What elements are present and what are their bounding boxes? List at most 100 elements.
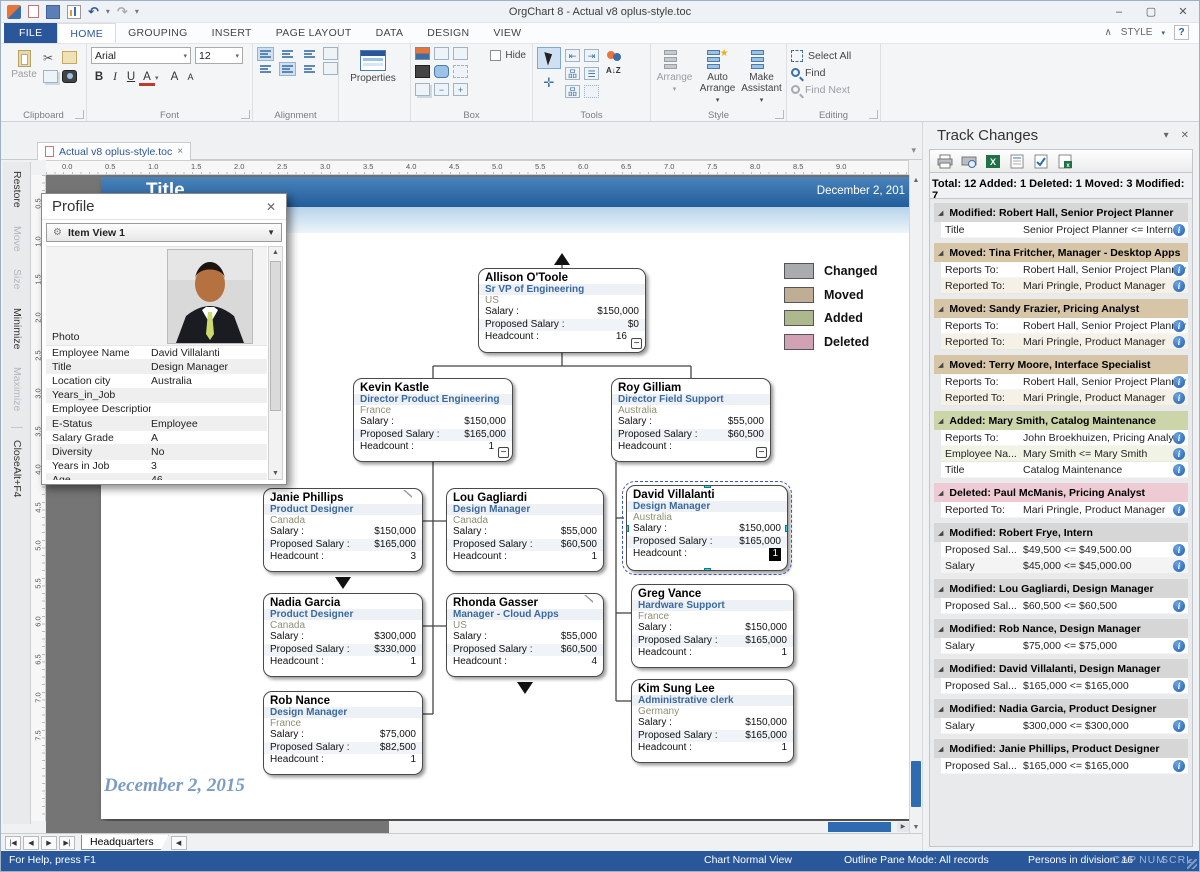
undo-dropdown-icon[interactable]: ▾ [106, 7, 110, 16]
save-icon[interactable] [46, 5, 60, 19]
format-painter-icon[interactable] [62, 51, 77, 64]
box-shape-icon[interactable] [434, 65, 449, 78]
org-box-kim-sung-lee[interactable]: Kim Sung LeeAdministrative clerkGermanyS… [631, 679, 794, 763]
selection-handle[interactable] [626, 525, 629, 532]
collapse-triangle-icon[interactable]: ◢ [938, 625, 943, 633]
box-insert-icon[interactable] [453, 47, 468, 60]
horizontal-scroll-thumb[interactable] [828, 822, 891, 832]
box-link-icon[interactable] [434, 47, 449, 60]
profile-scroll-down-icon[interactable]: ▼ [269, 470, 282, 477]
ribbon-tab-view[interactable]: VIEW [481, 23, 533, 43]
next-sheet-button[interactable]: ▶ [41, 836, 57, 850]
subtree-icon[interactable]: 品 [565, 67, 580, 80]
find-button[interactable]: Find [791, 64, 876, 81]
undo-icon[interactable]: ↶ [88, 4, 99, 20]
shrink-font-button[interactable]: A [183, 70, 199, 86]
info-icon[interactable]: i [1173, 560, 1185, 572]
info-icon[interactable]: i [1173, 760, 1185, 772]
align-center-icon[interactable] [279, 47, 296, 61]
scroll-right-icon[interactable]: ▶ [897, 822, 909, 832]
report-icon[interactable] [1008, 154, 1026, 169]
collapse-triangle-icon[interactable]: ◢ [938, 361, 943, 369]
change-group-header[interactable]: ◢Moved: Terry Moore, Interface Specialis… [934, 355, 1188, 374]
last-sheet-button[interactable]: ▶| [59, 836, 75, 850]
levels-icon[interactable]: ☰ [584, 67, 599, 80]
print-preview-icon[interactable] [960, 154, 978, 169]
underline-button[interactable]: U [123, 70, 139, 86]
redo-icon[interactable]: ↷ [117, 4, 128, 20]
org-box-lou-gagliardi[interactable]: Lou GagliardiDesign ManagerCanadaSalary … [446, 488, 604, 572]
profile-scroll-up-icon[interactable]: ▲ [269, 249, 282, 256]
change-group-header[interactable]: ◢Added: Mary Smith, Catalog Maintenance [934, 411, 1188, 430]
ribbon-collapse-icon[interactable]: ∧ [1104, 27, 1111, 38]
align-left-icon[interactable] [257, 47, 274, 61]
change-group-header[interactable]: ◢Modified: Janie Phillips, Product Desig… [934, 739, 1188, 758]
collapse-triangle-icon[interactable]: ◢ [938, 585, 943, 593]
hide-checkbox[interactable]: Hide [490, 50, 526, 61]
collapse-minus-icon[interactable]: − [498, 447, 509, 458]
info-icon[interactable]: i [1173, 680, 1185, 692]
print-icon[interactable] [936, 154, 954, 169]
panel-close-icon[interactable]: ✕ [1181, 130, 1189, 141]
select-tool-button[interactable] [537, 47, 561, 69]
ribbon-tab-insert[interactable]: INSERT [200, 23, 264, 43]
profile-close-icon[interactable]: ✕ [266, 200, 276, 214]
collapse-triangle-icon[interactable]: ◢ [938, 209, 943, 217]
copy-icon[interactable] [43, 70, 58, 83]
select-all-button[interactable]: Select All [791, 47, 876, 64]
accept-changes-icon[interactable] [1032, 154, 1050, 169]
hide-checkbox-box[interactable] [490, 50, 501, 61]
collapse-triangle-icon[interactable]: ◢ [938, 305, 943, 313]
org-box-kevin-kastle[interactable]: Kevin KastleDirector Product Engineering… [353, 378, 513, 462]
selection-handle[interactable] [704, 485, 711, 488]
box-collapse-icon[interactable]: − [434, 83, 449, 96]
editing-dialog-launcher[interactable] [869, 110, 878, 119]
selection-handle[interactable] [626, 485, 629, 488]
change-group-header[interactable]: ◢Modified: Robert Hall, Senior Project P… [934, 203, 1188, 222]
selection-handle[interactable] [704, 568, 711, 571]
info-icon[interactable]: i [1173, 504, 1185, 516]
ribbon-tab-file[interactable]: FILE [4, 23, 57, 43]
org-box-david-villalanti[interactable]: David VillalantiDesign ManagerAustraliaS… [626, 485, 788, 571]
find-next-button[interactable]: Find Next [791, 81, 876, 98]
scroll-down-icon[interactable]: ▼ [910, 824, 922, 831]
help-button[interactable]: ? [1174, 25, 1189, 40]
horizontal-scrollbar[interactable]: ▶ [46, 821, 909, 833]
maximize-button[interactable]: ▢ [1135, 2, 1167, 22]
frame-icon[interactable] [584, 85, 599, 98]
grow-font-button[interactable]: A [167, 70, 183, 86]
ribbon-tab-home[interactable]: HOME [57, 23, 116, 43]
change-group-header[interactable]: ◢Moved: Tina Fritcher, Manager - Desktop… [934, 243, 1188, 262]
change-group-header[interactable]: ◢Modified: Rob Nance, Design Manager [934, 619, 1188, 638]
change-group-header[interactable]: ◢Moved: Sandy Frazier, Pricing Analyst [934, 299, 1188, 318]
people-icon[interactable] [606, 49, 622, 63]
box-size-icon[interactable] [453, 65, 468, 78]
info-icon[interactable]: i [1173, 544, 1185, 556]
style-dropdown-icon[interactable]: ▾ [1161, 29, 1165, 37]
vertical-scrollbar[interactable]: ▲ ▼ [909, 175, 922, 833]
info-icon[interactable]: i [1173, 280, 1185, 292]
document-tab[interactable]: Actual v8 oplus-style.toc × [37, 142, 191, 160]
first-sheet-button[interactable]: |◀ [5, 836, 21, 850]
info-icon[interactable]: i [1173, 640, 1185, 652]
auto-arrange-button[interactable]: ★ Auto Arrange▾ [697, 47, 738, 107]
prev-sheet-button[interactable]: ◀ [23, 836, 39, 850]
selection-handle[interactable] [785, 525, 788, 532]
align-middle-icon[interactable] [279, 62, 296, 76]
collapse-triangle-icon[interactable]: ◢ [938, 489, 943, 497]
collapse-minus-icon[interactable]: − [631, 338, 642, 349]
style-dialog-launcher[interactable] [775, 110, 784, 119]
box-border-icon[interactable] [415, 65, 430, 78]
font-dialog-launcher[interactable] [241, 110, 250, 119]
bold-button[interactable]: B [91, 70, 107, 86]
font-family-select[interactable]: Arial▾ [91, 47, 191, 64]
system-menu-minimize[interactable]: Minimize [11, 299, 23, 358]
chart-icon[interactable] [67, 5, 81, 19]
indent-left-icon[interactable]: ⇤ [565, 49, 580, 62]
profile-scrollbar[interactable]: ▲ ▼ [268, 246, 283, 480]
sheet-tab-headquarters[interactable]: Headquarters [81, 835, 169, 850]
export-icon[interactable] [28, 5, 39, 18]
org-box-rhonda-gasser[interactable]: Rhonda GasserManager - Cloud AppsUSSalar… [446, 593, 604, 677]
paste-button[interactable]: Paste [5, 47, 43, 107]
collapse-triangle-icon[interactable]: ◢ [938, 249, 943, 257]
